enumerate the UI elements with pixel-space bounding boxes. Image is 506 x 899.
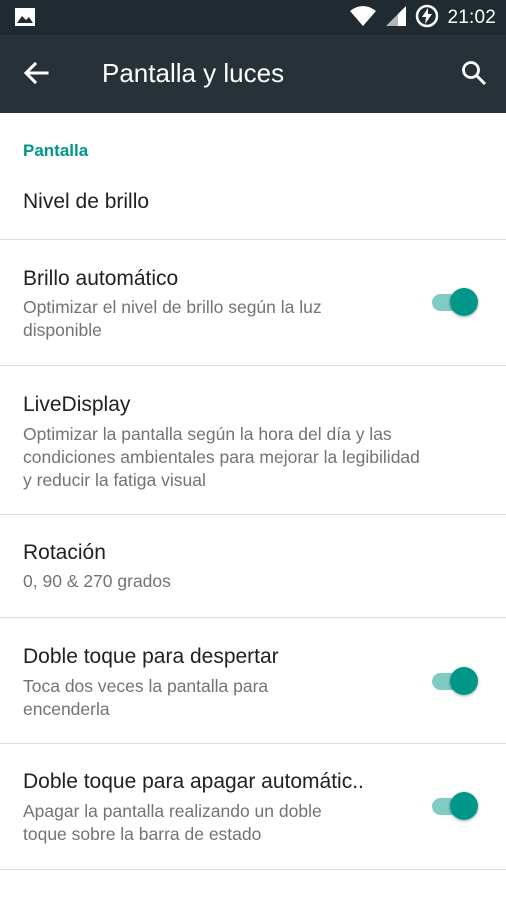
status-bar: 21:02 [0,0,506,35]
pref-livedisplay[interactable]: LiveDisplay Optimizar la pantalla según … [0,366,506,515]
status-time: 21:02 [447,7,496,28]
pref-title: Nivel de brillo [23,190,150,213]
pref-summary: Optimizar la pantalla según la hora del … [23,424,420,490]
pref-title: LiveDisplay [23,393,131,416]
pref-summary: Optimizar el nivel de brillo según la lu… [23,297,322,340]
image-icon [14,7,36,27]
auto-brightness-switch[interactable] [430,287,478,317]
pref-title: Doble toque para apagar automátic.. [23,770,364,793]
battery-charging-icon [415,4,439,33]
arrow-back-icon [23,60,49,91]
signal-icon [385,5,407,32]
pref-brightness-level[interactable]: Nivel de brillo [0,171,506,240]
search-button[interactable] [454,55,494,95]
page-title: Pantalla y luces [102,58,285,88]
pref-double-tap-wake[interactable]: Doble toque para despertar Toca dos vece… [0,618,506,744]
pref-double-tap-sleep[interactable]: Doble toque para apagar automátic.. Apag… [0,744,506,870]
pref-summary: Apagar la pantalla realizando un doble t… [23,801,322,844]
app-bar: Pantalla y luces [0,35,506,113]
settings-list: Pantalla Nivel de brillo Brillo automáti… [0,113,506,899]
pref-title: Doble toque para despertar [23,645,279,668]
wifi-icon [349,5,377,32]
pref-title: Rotación [23,541,106,564]
pref-rotation[interactable]: Rotación 0, 90 & 270 grados [0,515,506,618]
pref-auto-brightness[interactable]: Brillo automático Optimizar el nivel de … [0,240,506,366]
pref-summary: Toca dos veces la pantalla para encender… [23,676,269,719]
search-icon [460,59,488,92]
double-tap-wake-switch[interactable] [430,666,478,696]
double-tap-sleep-switch[interactable] [430,791,478,821]
pref-summary: 0, 90 & 270 grados [23,571,171,591]
pref-title: Brillo automático [23,267,179,290]
category-header: Pantalla [23,141,89,160]
back-button[interactable] [16,55,56,95]
